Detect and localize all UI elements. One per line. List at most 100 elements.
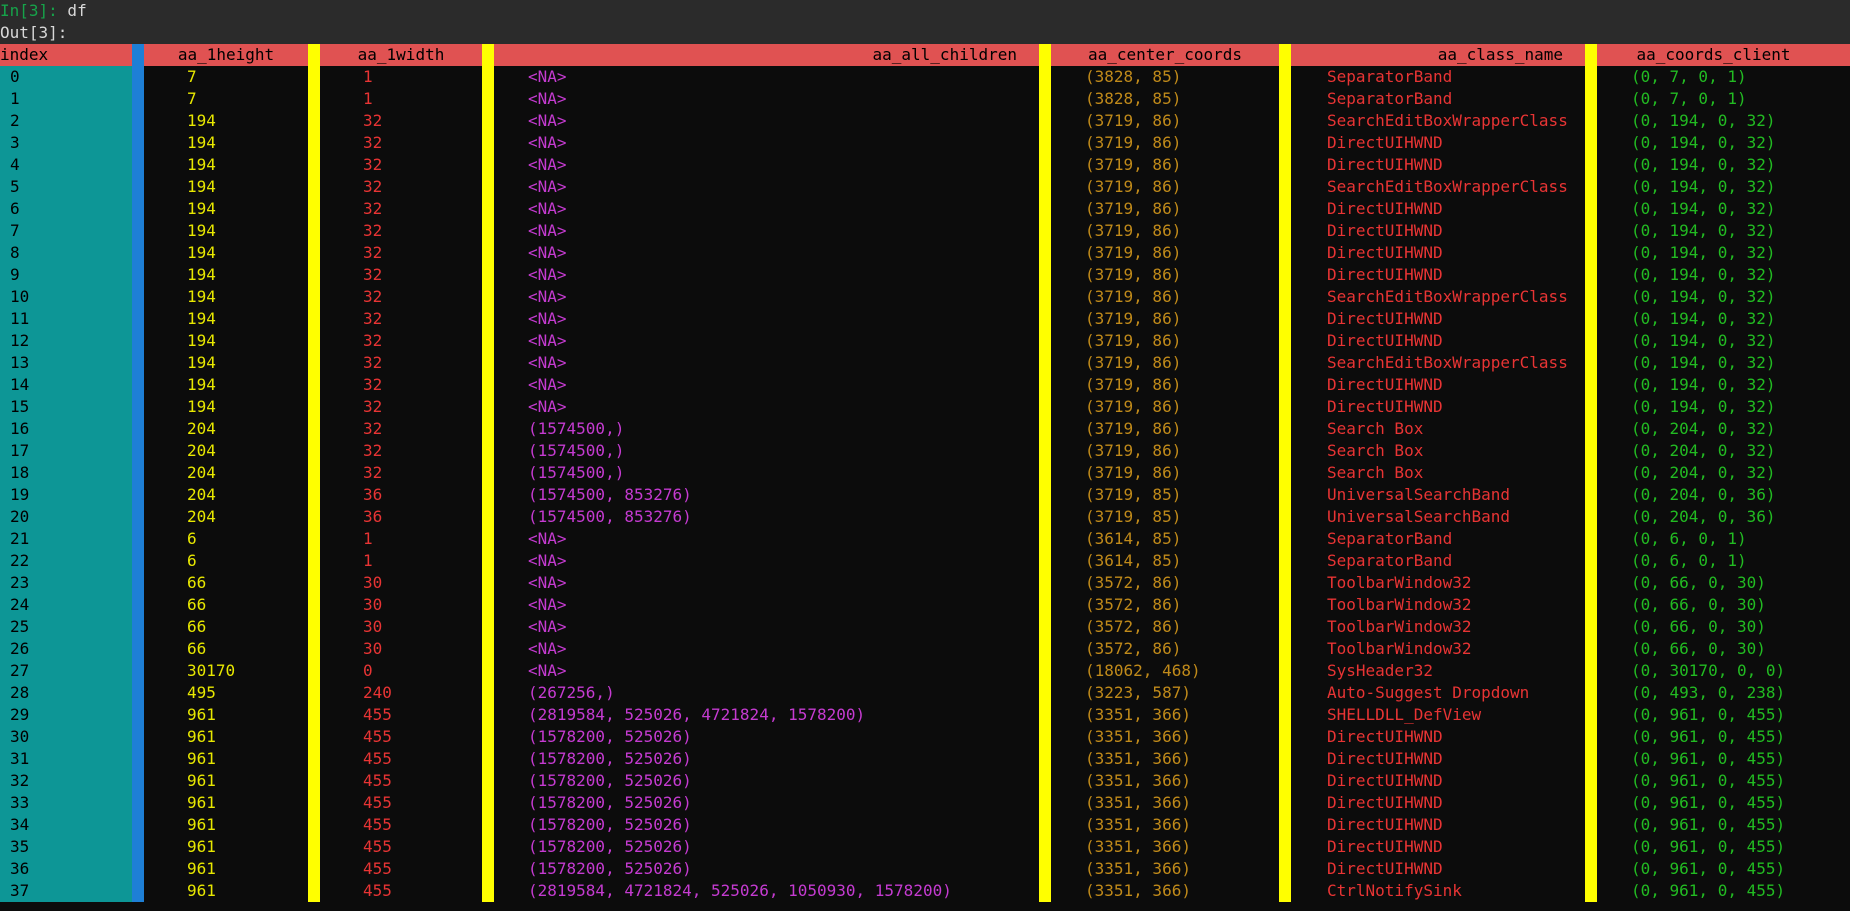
column-separator [1585,110,1597,132]
column-separator [482,308,494,330]
cell-aa-1height: 66 [187,573,207,592]
row-tail [1830,660,1850,682]
column-separator [482,440,494,462]
cell-aa-class-name: DirectUIHWND [1327,771,1443,790]
cell-aa-all-children: (1574500,) [528,463,625,482]
column-separator [308,242,320,264]
cell-aa-all-children: <NA> [528,353,567,372]
cell-aa-class-name: SearchEditBoxWrapperClass [1327,353,1568,372]
cell-aa-1width: 32 [363,111,383,130]
cell-index: 3 [0,132,132,154]
column-separator [1279,88,1291,110]
index-separator [132,396,144,418]
cell-aa-coords-client: (0, 961, 0, 455) [1631,859,1786,878]
column-separator [482,638,494,660]
column-separator [1585,792,1597,814]
index-separator [132,352,144,374]
cell-index: 0 [0,66,132,88]
column-separator [1279,704,1291,726]
column-separator [1585,748,1597,770]
cell-aa-all-children: <NA> [528,133,567,152]
cell-aa-all-children: (1578200, 525026) [528,837,692,856]
cell-aa-1height: 6 [187,551,197,570]
column-separator [308,660,320,682]
cell-aa-coords-client: (0, 961, 0, 455) [1631,837,1786,856]
cell-aa-class-name: SeparatorBand [1327,67,1453,86]
column-separator [1039,440,1051,462]
cell-aa-coords-client: (0, 194, 0, 32) [1631,375,1776,394]
cell-aa-1height: 961 [187,815,216,834]
row-tail [1830,88,1850,110]
index-separator [132,616,144,638]
output-prompt-label: Out[3]: [0,22,1850,44]
cell-aa-1height: 194 [187,199,216,218]
cell-aa-center-coords: (3719, 86) [1085,221,1182,240]
column-separator [482,660,494,682]
cell-aa-class-name: DirectUIHWND [1327,331,1443,350]
cell-aa-center-coords: (3614, 85) [1085,529,1182,548]
column-separator [1039,770,1051,792]
row-tail [1830,154,1850,176]
cell-aa-all-children: <NA> [528,573,567,592]
cell-aa-all-children: (1578200, 525026) [528,727,692,746]
cell-aa-all-children: <NA> [528,89,567,108]
column-separator [1039,396,1051,418]
column-separator [1039,154,1051,176]
cell-aa-1height: 204 [187,463,216,482]
column-separator [1585,594,1597,616]
column-separator [308,726,320,748]
row-tail [1830,110,1850,132]
index-separator [132,594,144,616]
cell-aa-1height: 194 [187,155,216,174]
cell-index: 34 [0,814,132,836]
cell-aa-all-children: <NA> [528,639,567,658]
cell-aa-coords-client: (0, 194, 0, 32) [1631,353,1776,372]
cell-aa-coords-client: (0, 7, 0, 1) [1631,67,1747,86]
index-separator [132,550,144,572]
header-tail [1830,44,1850,66]
index-separator [132,374,144,396]
column-separator [1279,814,1291,836]
column-separator [1039,726,1051,748]
column-separator [1585,220,1597,242]
input-prompt-line[interactable]: In[3]: df [0,0,1850,22]
cell-aa-coords-client: (0, 194, 0, 32) [1631,287,1776,306]
column-separator [1279,594,1291,616]
cell-aa-1width: 32 [363,243,383,262]
cell-aa-1width: 32 [363,397,383,416]
cell-aa-1height: 961 [187,727,216,746]
cell-index: 22 [0,550,132,572]
column-separator [1585,132,1597,154]
column-separator [482,462,494,484]
cell-aa-center-coords: (3719, 86) [1085,111,1182,130]
cell-aa-all-children: <NA> [528,595,567,614]
cell-aa-center-coords: (3572, 86) [1085,617,1182,636]
row-tail [1830,286,1850,308]
column-separator [482,66,494,88]
cell-aa-all-children: <NA> [528,331,567,350]
cell-aa-1width: 36 [363,485,383,504]
cell-index: 5 [0,176,132,198]
column-separator [1039,506,1051,528]
cell-aa-class-name: ToolbarWindow32 [1327,617,1472,636]
column-separator [308,792,320,814]
column-separator [1585,242,1597,264]
column-separator [1585,308,1597,330]
cell-index: 2 [0,110,132,132]
column-separator [1279,682,1291,704]
column-separator [308,220,320,242]
cell-index: 26 [0,638,132,660]
column-separator [1585,528,1597,550]
column-separator [482,264,494,286]
cell-aa-1height: 194 [187,111,216,130]
cell-aa-all-children: (267256,) [528,683,615,702]
index-separator [132,638,144,660]
cell-aa-center-coords: (3719, 86) [1085,177,1182,196]
cell-aa-center-coords: (3351, 366) [1085,705,1191,724]
cell-aa-1width: 32 [363,221,383,240]
cell-aa-1height: 66 [187,639,207,658]
column-separator [482,748,494,770]
cell-aa-coords-client: (0, 194, 0, 32) [1631,111,1776,130]
cell-index: 7 [0,220,132,242]
cell-aa-1width: 455 [363,859,392,878]
